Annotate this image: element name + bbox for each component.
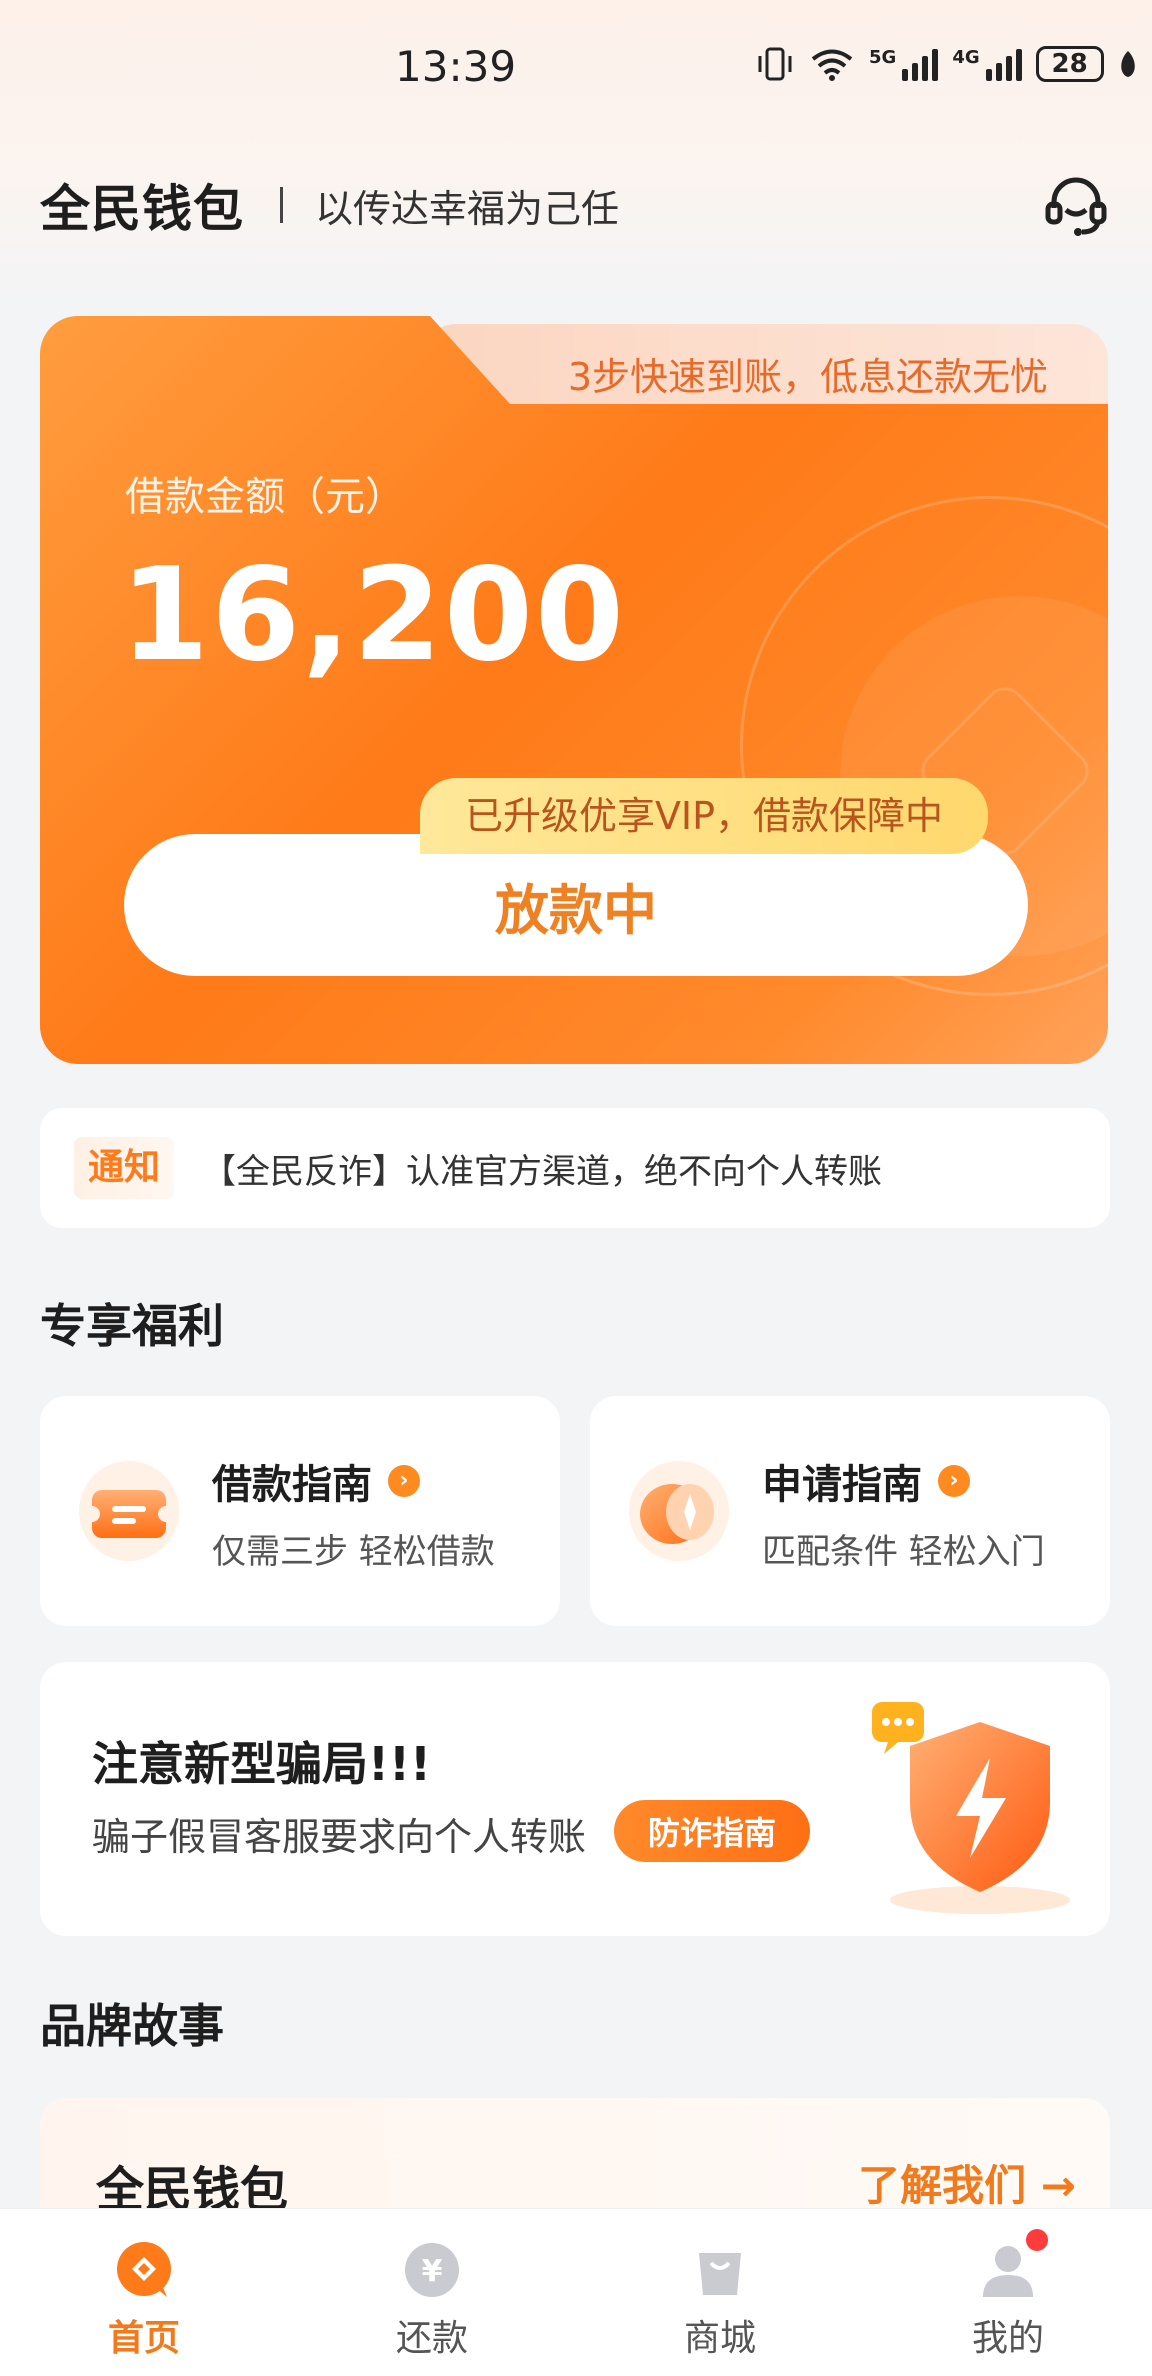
loan-tagline: 3步快速到账，低息还款无忧: [567, 355, 1048, 399]
wifi-icon: [811, 49, 853, 81]
notice-tag: 通知: [74, 1137, 174, 1199]
vip-badge: 已升级优享VIP，借款保障中: [420, 778, 988, 854]
nav-item-profile[interactable]: 我的: [864, 2209, 1152, 2376]
svg-text:¥: ¥: [422, 2254, 443, 2289]
loan-guide-title-text: 借款指南: [212, 1462, 372, 1508]
notice-text: 【全民反诈】认准官方渠道，绝不向个人转账: [202, 1151, 882, 1192]
brand-story-title: 品牌故事: [40, 1999, 224, 2053]
vibrate-icon: [758, 47, 792, 81]
ticket-icon: [79, 1461, 179, 1561]
notice-bar[interactable]: 通知 【全民反诈】认准官方渠道，绝不向个人转账: [40, 1108, 1110, 1228]
loan-guide-subtitle: 仅需三步 轻松借款: [212, 1532, 495, 1572]
notification-dot: [1026, 2229, 1048, 2251]
loan-status-button[interactable]: 放款中: [124, 834, 1028, 976]
home-icon: [117, 2242, 171, 2297]
apply-guide-card[interactable]: 申请指南 › 匹配条件 轻松入门: [590, 1396, 1110, 1626]
header-divider: [280, 187, 283, 223]
shop-icon: [699, 2253, 741, 2295]
status-bar: 13:39 5G 4G 28: [0, 0, 1152, 130]
nav-label-shop: 商城: [683, 2318, 756, 2359]
chevron-right-icon: ›: [388, 1465, 420, 1497]
bottom-navigation: 首页 ¥ 还款 商城 我的: [0, 2208, 1152, 2376]
loan-amount: 16,200: [120, 541, 626, 690]
loan-card: 3步快速到账，低息还款无忧 借款金额（元） 16,200 已升级优享VIP，借款…: [40, 316, 1108, 1064]
apply-guide-title-text: 申请指南: [762, 1462, 922, 1508]
nav-label-profile: 我的: [971, 2318, 1044, 2359]
compass-icon: [629, 1461, 729, 1561]
about-us-link[interactable]: 了解我们 →: [858, 2152, 1076, 2213]
nav-item-home[interactable]: 首页: [0, 2209, 288, 2376]
nav-label-repay: 还款: [395, 2318, 468, 2359]
customer-service-icon[interactable]: [1040, 170, 1112, 242]
app-header: 全民钱包 以传达幸福为己任: [40, 170, 1112, 240]
signal-4g-icon: 4G: [952, 47, 1022, 81]
fraud-text: 骗子假冒客服要求向个人转账: [92, 1815, 587, 1859]
loan-guide-card[interactable]: 借款指南 › 仅需三步 轻松借款: [40, 1396, 560, 1626]
benefits-title: 专享福利: [40, 1299, 224, 1353]
fraud-title: 注意新型骗局!!!: [92, 1737, 431, 1791]
status-icons: 5G 4G 28: [755, 46, 1138, 82]
nav-item-shop[interactable]: 商城: [576, 2209, 864, 2376]
nav-label-home: 首页: [107, 2318, 180, 2359]
amount-label: 借款金额（元）: [125, 474, 405, 520]
signal-5g-icon: 5G: [869, 47, 939, 81]
loan-card-tab: 3步快速到账，低息还款无忧: [420, 324, 1108, 414]
fraud-warning-card: 注意新型骗局!!! 骗子假冒客服要求向个人转账 防诈指南: [40, 1662, 1110, 1936]
loan-guide-title: 借款指南 ›: [212, 1452, 420, 1510]
leaf-icon: [1120, 51, 1135, 77]
shield-lightning-icon: [872, 1702, 1070, 1914]
brand-name: 全民钱包: [40, 180, 244, 238]
signal-4g-label: 4G: [952, 47, 980, 68]
repay-icon: ¥: [405, 2243, 459, 2297]
nav-item-repay[interactable]: ¥ 还款: [288, 2209, 576, 2376]
status-time: 13:39: [395, 42, 517, 91]
apply-guide-subtitle: 匹配条件 轻松入门: [762, 1532, 1045, 1572]
chevron-right-icon: ›: [938, 1465, 970, 1497]
loan-card-body: 借款金额（元） 16,200 已升级优享VIP，借款保障中 放款中: [40, 316, 1108, 1064]
battery-indicator: 28: [1035, 46, 1104, 82]
brand-slogan: 以传达幸福为己任: [315, 186, 620, 231]
apply-guide-title: 申请指南 ›: [762, 1452, 970, 1510]
fraud-guide-button[interactable]: 防诈指南: [614, 1800, 810, 1862]
signal-5g-label: 5G: [869, 47, 897, 68]
